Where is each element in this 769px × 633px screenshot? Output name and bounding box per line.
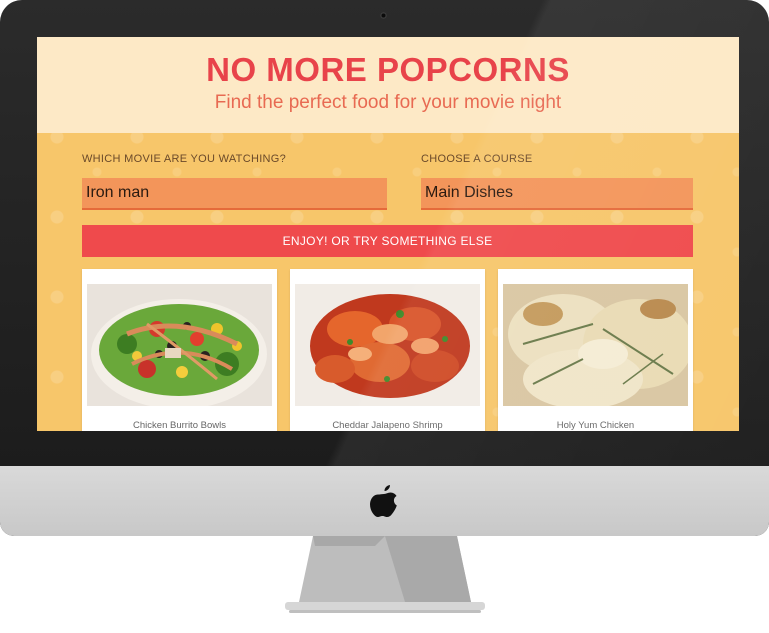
recipe-name: Holy Yum Chicken [556, 420, 635, 431]
recipe-card[interactable]: Holy Yum Chicken [498, 269, 693, 431]
recipe-photo-jalapeno-shrimp [295, 284, 480, 406]
recipe-name: Cheddar Jalapeno Shrimp [332, 420, 443, 431]
recipe-card[interactable]: Cheddar Jalapeno Shrimp [290, 269, 485, 431]
recipe-photo-holy-yum-chicken [503, 284, 688, 406]
apple-logo-icon [370, 485, 397, 517]
imac-stand [285, 536, 485, 613]
page-subtitle: Find the perfect food for your movie nig… [214, 92, 562, 113]
app-screen: NO MORE POPCORNS Find the perfect food f… [37, 37, 739, 431]
hero-banner: NO MORE POPCORNS Find the perfect food f… [37, 37, 739, 133]
course-input[interactable] [421, 178, 693, 210]
submit-button[interactable]: ENJOY! OR TRY SOMETHING ELSE [82, 225, 693, 257]
page-title: NO MORE POPCORNS [206, 51, 570, 88]
camera-icon [380, 12, 387, 19]
course-field-label: CHOOSE A COURSE [421, 153, 533, 165]
recipe-card[interactable]: Chicken Burrito Bowls [82, 269, 277, 431]
recipe-name: Chicken Burrito Bowls [133, 420, 226, 431]
recipe-photo-burrito-bowl [87, 284, 272, 406]
imac-monitor: NO MORE POPCORNS Find the perfect food f… [0, 0, 769, 536]
movie-input[interactable] [82, 178, 387, 210]
movie-field-label: WHICH MOVIE ARE YOU WATCHING? [82, 153, 287, 165]
